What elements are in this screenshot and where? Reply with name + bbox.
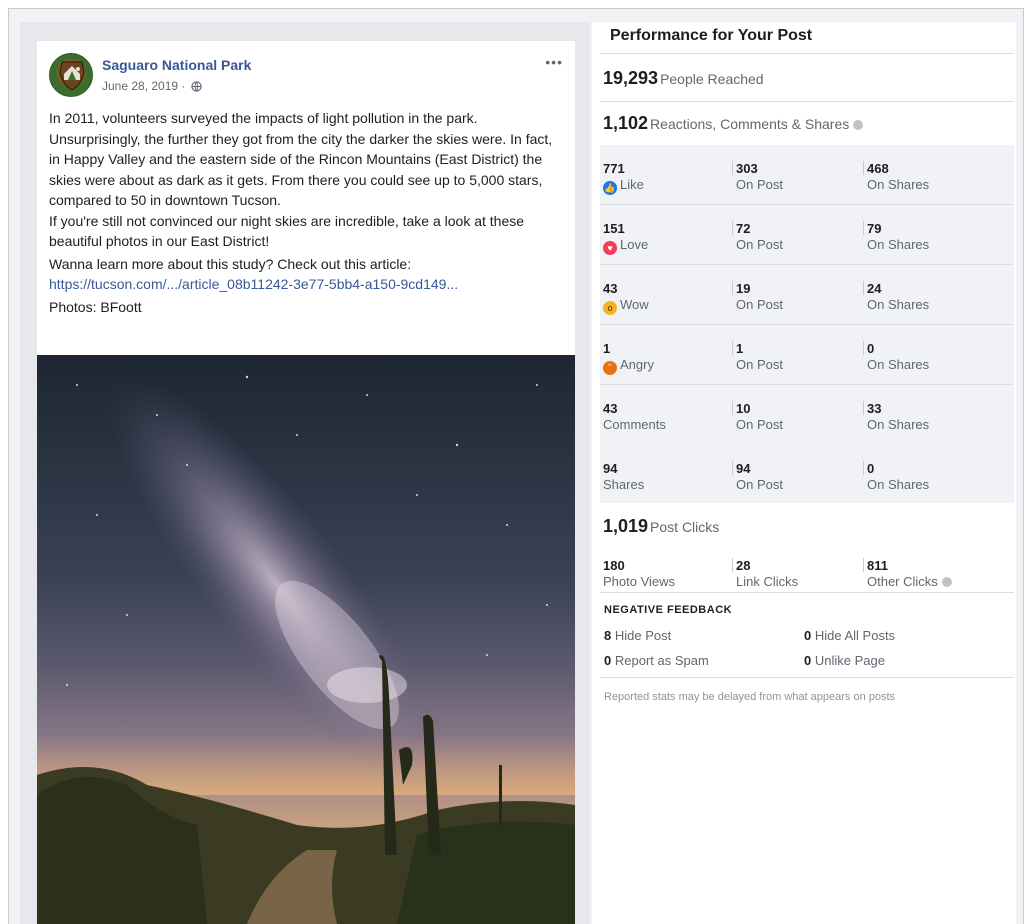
more-options-icon[interactable]: ••• xyxy=(545,55,563,69)
reaction-row-like: 771 👍 Like 303 On Post 468 On Shares xyxy=(600,145,1014,205)
nps-arrowhead-icon xyxy=(59,61,85,91)
comments-row: 43 Comments 10 On Post 33 On Shares xyxy=(603,401,930,432)
performance-panel: Performance for Your Post 19,293 People R… xyxy=(592,22,1016,924)
post-paragraph: If you're still not convinced our night … xyxy=(49,212,525,250)
reactions-breakdown: 771 👍 Like 303 On Post 468 On Shares 151 ♥ Lov… xyxy=(600,145,1014,503)
like-icon: 👍 xyxy=(603,181,617,195)
avatar[interactable] xyxy=(49,53,93,97)
post-date-text[interactable]: June 28, 2019 · xyxy=(102,79,185,93)
post-header: Saguaro National Park June 28, 2019 · ••… xyxy=(49,53,563,99)
love-icon: ♥ xyxy=(603,241,617,255)
clicks-breakdown: 180 Photo Views 28 Link Clicks 811 Other Cl… xyxy=(600,558,1014,594)
hide-post-stat: 8 Hide Post xyxy=(604,628,672,643)
info-icon[interactable] xyxy=(853,120,864,130)
article-link[interactable]: https://tucson.com/.../article_08b11242-… xyxy=(49,276,458,292)
post-photo[interactable] xyxy=(37,355,575,924)
info-icon[interactable] xyxy=(941,577,952,587)
people-reached: 19,293 People Reached xyxy=(603,68,764,88)
shares-row: 94 Shares 94 On Post 0 On Shares xyxy=(603,461,930,492)
hide-all-posts-stat: 0 Hide All Posts xyxy=(804,628,896,643)
reaction-row-angry: 1 ˘ Angry 1 On Post 0 On Shares xyxy=(600,325,1014,385)
post-message: In 2011, volunteers surveyed the impacts… xyxy=(49,108,563,317)
post-paragraph: Wanna learn more about this study? Check… xyxy=(49,255,412,272)
post-clicks-total: 1,019 Post Clicks xyxy=(603,516,720,536)
page-name[interactable]: Saguaro National Park xyxy=(102,57,251,73)
engagement-total: 1,102 Reactions, Comments & Shares xyxy=(603,113,864,134)
reaction-row-love: 151 ♥ Love 72 On Post 79 On Shares xyxy=(600,205,1014,265)
globe-icon xyxy=(191,81,202,92)
negative-feedback-title: NEGATIVE FEEDBACK xyxy=(604,604,733,616)
night-sky-image xyxy=(37,375,575,924)
reaction-row-wow: 43 o Wow 19 On Post 24 On Shares xyxy=(600,265,1014,325)
post-paragraph: In 2011, volunteers surveyed the impacts… xyxy=(49,110,553,208)
stats-footnote: Reported stats may be delayed from what … xyxy=(604,691,896,703)
angry-icon: ˘ xyxy=(603,361,617,375)
unlike-page-stat: 0 Unlike Page xyxy=(804,653,885,668)
post-card: Saguaro National Park June 28, 2019 · ••… xyxy=(37,41,575,924)
wow-icon: o xyxy=(603,301,617,315)
post-date[interactable]: June 28, 2019 · xyxy=(102,79,202,93)
panel-title: Performance for Your Post xyxy=(610,27,813,44)
report-spam-stat: 0 Report as Spam xyxy=(604,653,709,668)
photo-credit: Photos: BFoott xyxy=(49,298,142,315)
